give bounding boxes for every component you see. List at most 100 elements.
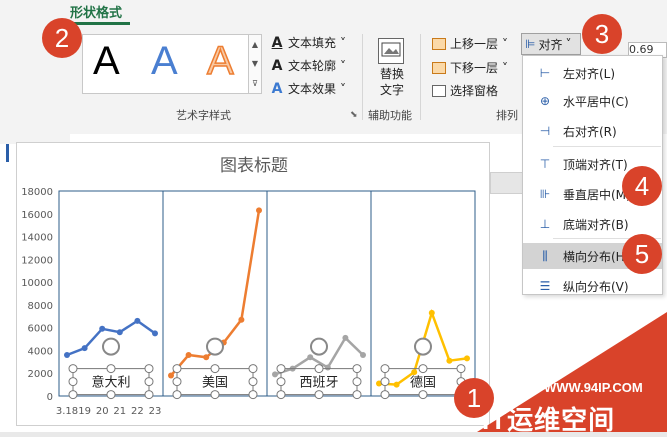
text-outline-icon: A — [271, 57, 283, 74]
wordart-group-label: 艺术字样式 — [176, 109, 231, 122]
resize-handle — [172, 377, 182, 387]
data-point — [116, 329, 123, 336]
y-tick-label: 12000 — [21, 255, 53, 266]
resize-handle — [276, 364, 286, 374]
alt-text-button[interactable]: 替换 文字 — [372, 66, 412, 98]
resize-handle — [172, 364, 182, 374]
wordart-gallery[interactable]: A A A — [82, 34, 260, 94]
align-right-icon: ⊣ — [539, 124, 551, 138]
wordart-style-blue[interactable]: A — [151, 39, 178, 84]
bring-forward-button[interactable]: 上移一层 ˅ — [432, 35, 508, 52]
data-point — [272, 371, 278, 378]
tab-underline — [70, 22, 130, 25]
chart-plot: 0 2000 4000 6000 8000 10000 12000 14000 16000 180… — [21, 187, 476, 417]
data-point — [464, 355, 470, 362]
align-button[interactable]: ⊫ 对齐 ˅ — [521, 33, 581, 55]
menu-align-left[interactable]: ⊢ 左对齐(L) — [523, 60, 662, 86]
column-header — [490, 172, 524, 194]
y-tick-label: 2000 — [28, 369, 53, 380]
resize-handle — [144, 364, 154, 374]
menu-align-right[interactable]: ⊣ 右对齐(R) — [523, 118, 662, 144]
selection-pane-label: 选择窗格 — [450, 84, 499, 98]
distribute-horizontal-icon: ⫼ — [542, 249, 548, 263]
data-point — [428, 309, 435, 316]
resize-handle — [248, 364, 258, 374]
step-badge-5: 5 — [622, 234, 662, 274]
chart-area[interactable]: 图表标题 0 2000 4000 6000 8000 10000 12000 14000 160… — [16, 142, 490, 426]
wordart-style-black[interactable]: A — [93, 39, 120, 84]
data-point — [203, 354, 210, 361]
resize-handle — [210, 364, 220, 374]
resize-handle — [68, 364, 78, 374]
resize-handle — [172, 390, 182, 400]
text-outline-button[interactable]: A 文本轮廓 ˅ — [270, 57, 346, 74]
scroll-up-icon[interactable]: ▲ — [252, 40, 258, 49]
data-point — [185, 352, 192, 358]
resize-handle — [352, 364, 362, 374]
resize-handle — [68, 390, 78, 400]
y-tick-label: 4000 — [28, 346, 53, 357]
arrange-group-label: 排列 — [496, 109, 518, 122]
rotate-handle-icon — [206, 337, 224, 356]
menu-align-center[interactable]: ⊕ 水平居中(C) — [523, 88, 662, 114]
x-tick-label: 22 — [131, 406, 144, 417]
menu-item-label: 垂直居中(M) — [563, 187, 631, 202]
y-tick-label: 0 — [47, 392, 53, 403]
y-tick-label: 10000 — [21, 278, 53, 289]
data-point — [307, 354, 314, 361]
x-tick-label: 19 — [78, 406, 91, 417]
y-tick-label: 16000 — [21, 210, 53, 221]
resize-handle — [352, 377, 362, 387]
wordart-style-orange[interactable]: A — [206, 38, 234, 84]
menu-item-label: 左对齐(L) — [563, 66, 616, 81]
resize-handle — [144, 390, 154, 400]
bring-forward-label: 上移一层 — [450, 37, 499, 51]
data-point — [256, 207, 262, 214]
resize-handle — [144, 377, 154, 387]
align-center-icon: ⊕ — [539, 94, 551, 108]
y-tick-label: 8000 — [28, 301, 53, 312]
menu-distribute-vertical[interactable]: ☰ 纵向分布(V) — [523, 273, 662, 299]
menu-item-label: 右对齐(R) — [563, 124, 617, 139]
text-effects-button[interactable]: A 文本效果 ˅ — [270, 80, 346, 97]
resize-handle — [210, 390, 220, 400]
align-label: 对齐 — [538, 37, 563, 52]
menu-item-label: 顶端对齐(T) — [563, 157, 628, 172]
rotate-handle-icon — [414, 337, 432, 356]
data-point — [238, 316, 245, 323]
data-point — [81, 345, 88, 352]
series-label: 美国 — [202, 376, 228, 391]
y-tick-label: 14000 — [21, 233, 53, 244]
accessibility-group-label: 辅助功能 — [368, 109, 412, 122]
group-divider — [362, 34, 363, 120]
data-point — [134, 317, 141, 324]
resize-handle — [314, 390, 324, 400]
menu-item-label: 纵向分布(V) — [563, 279, 629, 294]
menu-item-label: 底端对齐(B) — [563, 217, 629, 232]
menu-divider — [553, 146, 661, 147]
resize-handle — [380, 390, 390, 400]
data-point — [152, 330, 158, 337]
selection-pane-button[interactable]: 选择窗格 — [432, 82, 498, 99]
group-divider — [420, 34, 421, 120]
column-marker — [6, 144, 9, 162]
x-tick-label: 20 — [96, 406, 109, 417]
text-fill-button[interactable]: A 文本填充 ˅ — [270, 34, 346, 51]
text-effects-icon: A — [271, 80, 283, 97]
data-point — [324, 364, 331, 371]
text-fill-label: 文本填充 — [288, 36, 337, 50]
tab-shape-format[interactable]: 形状格式 — [70, 2, 122, 21]
alt-text-icon[interactable] — [378, 38, 404, 64]
resize-handle — [248, 390, 258, 400]
gallery-scroll[interactable]: ▲ ▼ ⊽ — [248, 34, 262, 94]
chevron-down-icon: ˅ — [340, 35, 347, 50]
expand-icon[interactable]: ⊽ — [252, 79, 258, 88]
resize-handle — [352, 390, 362, 400]
send-backward-button[interactable]: 下移一层 ˅ — [432, 59, 508, 76]
dialog-launcher-icon[interactable]: ⬊ — [350, 110, 358, 120]
scroll-down-icon[interactable]: ▼ — [252, 59, 258, 68]
resize-handle — [314, 364, 324, 374]
step-badge-4: 4 — [622, 166, 662, 206]
resize-handle — [276, 377, 286, 387]
resize-handle — [106, 390, 116, 400]
